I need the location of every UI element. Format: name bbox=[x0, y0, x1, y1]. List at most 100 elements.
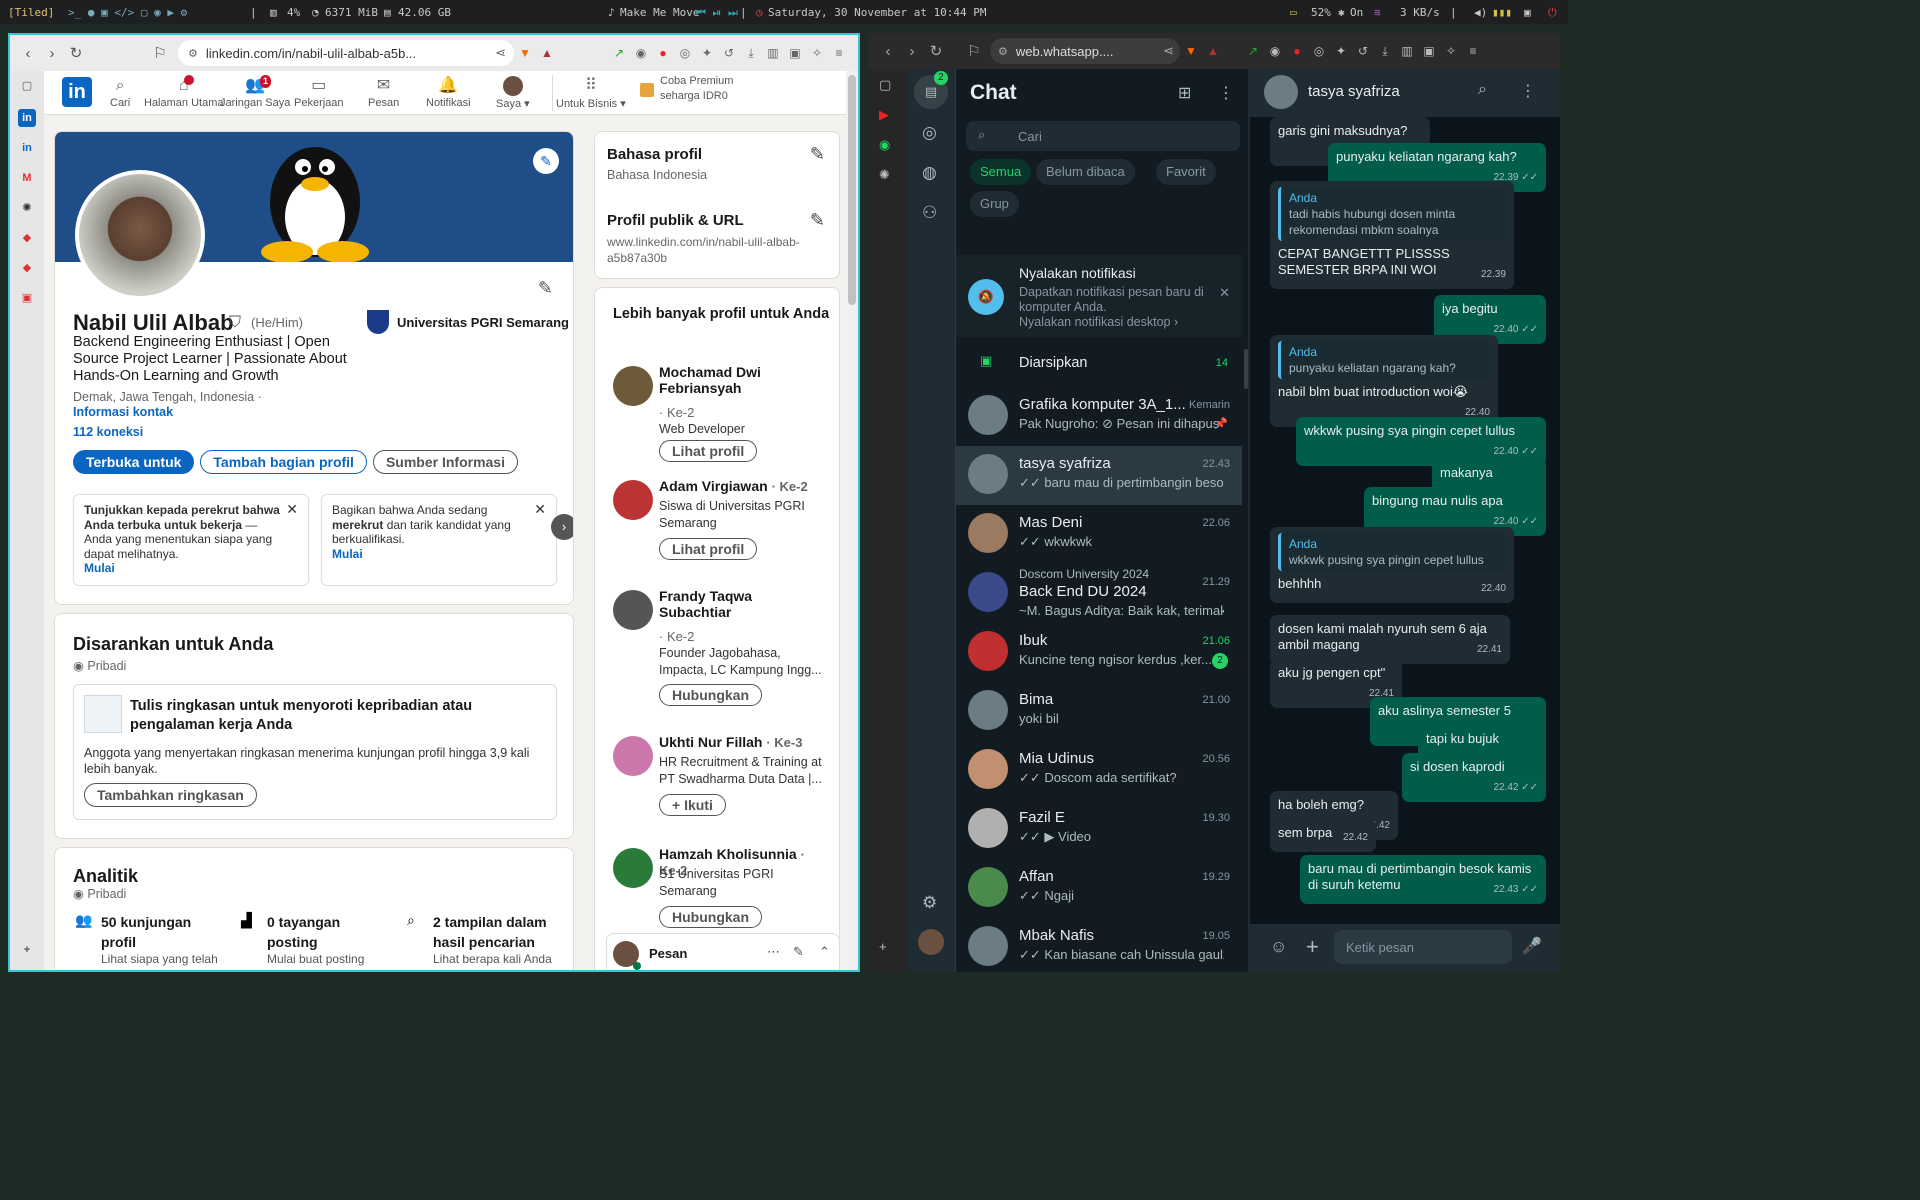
chatgpt-icon[interactable]: ✺ bbox=[879, 167, 890, 183]
close-icon[interactable]: ✕ bbox=[286, 502, 298, 517]
contact-name[interactable]: tasya syafriza bbox=[1308, 83, 1400, 100]
app-tray-icons[interactable]: >_ ● ▣ </> ▢ ◉ ▶ ⚙ bbox=[68, 6, 187, 19]
messaging-bar[interactable]: Pesan ⋯ ✎ ⌃ bbox=[606, 933, 840, 970]
chat-list-item[interactable]: Affan ✓✓ Ngaji 19.29 bbox=[956, 859, 1242, 918]
wallet-icon[interactable]: ▣ bbox=[784, 46, 806, 60]
address-bar[interactable]: ⚙ web.whatsapp.... ⋖ bbox=[990, 38, 1180, 64]
whatsapp-icon[interactable]: ◉ bbox=[879, 137, 890, 153]
archived-row[interactable]: ▣ Diarsipkan 14 bbox=[956, 345, 1242, 383]
reload-icon[interactable]: ↻ bbox=[924, 42, 948, 60]
extension-record-icon[interactable]: ● bbox=[652, 46, 674, 60]
site-info-icon[interactable]: ⚙ bbox=[188, 47, 198, 60]
chevron-up-icon[interactable]: ⌃ bbox=[819, 944, 830, 960]
avatar[interactable] bbox=[613, 848, 653, 888]
incoming-message[interactable]: Anda tadi habis hubungi dosen minta rekom… bbox=[1270, 181, 1514, 289]
edit-url-pencil-icon[interactable]: ✎ bbox=[810, 210, 825, 231]
chat-list-item[interactable]: Bima yoki bil 21.00 bbox=[956, 682, 1242, 741]
bookmark-icon[interactable]: ⚐ bbox=[962, 42, 986, 60]
brightness-icon[interactable]: ▮▮▮ bbox=[1492, 6, 1512, 19]
extension-chart-icon[interactable]: ↗ bbox=[1242, 44, 1264, 58]
conversation-header[interactable]: tasya syafriza ⌕ ⋮ bbox=[1250, 69, 1560, 117]
now-playing[interactable]: Make Me Move bbox=[620, 6, 699, 19]
share-icon[interactable]: ⋖ bbox=[495, 45, 506, 61]
channels-icon[interactable]: ◍ bbox=[922, 163, 937, 183]
nav-business[interactable]: ⠿ Untuk Bisnis ▾ bbox=[556, 75, 626, 110]
suggestion-action-button[interactable]: Hubungkan bbox=[659, 906, 762, 928]
suggestion-name[interactable]: Adam Virgiawan bbox=[659, 478, 768, 494]
avatar[interactable] bbox=[613, 590, 653, 630]
extension-record-icon[interactable]: ● bbox=[1286, 44, 1308, 58]
contact-avatar[interactable] bbox=[1264, 75, 1298, 109]
linkedin-icon[interactable]: in bbox=[18, 109, 36, 127]
suggestion-action-button[interactable]: + Ikuti bbox=[659, 794, 726, 816]
chat-list-item[interactable]: Fazil E ✓✓ ▶ Video 19.30 bbox=[956, 800, 1242, 859]
verified-icon[interactable]: ⛉ bbox=[229, 314, 241, 332]
bluetooth-status[interactable]: On bbox=[1350, 6, 1363, 19]
nav-me[interactable]: Saya ▾ bbox=[496, 75, 530, 110]
puzzle-icon[interactable]: ✦ bbox=[1330, 44, 1352, 58]
workspace-mode[interactable]: [Tiled] bbox=[8, 6, 54, 19]
reload-icon[interactable]: ↻ bbox=[64, 44, 88, 62]
profile-photo[interactable] bbox=[75, 170, 205, 300]
chat-list-item[interactable]: Doscom University 2024 Back End DU 2024 ~M… bbox=[956, 564, 1242, 623]
add-panel-icon[interactable]: + bbox=[879, 939, 887, 954]
chip-all[interactable]: Semua bbox=[970, 159, 1032, 185]
suggestion-action-button[interactable]: Lihat profil bbox=[659, 440, 758, 462]
emoji-icon[interactable]: ☺ bbox=[1270, 937, 1287, 957]
brave-shield-icon[interactable]: ▼ bbox=[514, 46, 536, 60]
message-input[interactable]: Ketik pesan bbox=[1334, 930, 1512, 964]
analytics-post-impressions[interactable]: ▟ 0 tayangan posting Mulai buat posting bbox=[241, 912, 391, 966]
chat-list-item[interactable]: Mas Deni ✓✓ wkwkwk 22.06 bbox=[956, 505, 1242, 564]
settings-gear-icon[interactable]: ⚙ bbox=[922, 893, 937, 913]
communities-icon[interactable]: ⚇ bbox=[922, 203, 937, 223]
add-panel-icon[interactable]: + bbox=[18, 941, 36, 959]
university-name[interactable]: Universitas PGRI Semarang bbox=[397, 315, 569, 330]
quoted-message[interactable]: Anda punyaku keliatan ngarang kah? bbox=[1278, 341, 1490, 379]
scrollbar-thumb[interactable] bbox=[848, 75, 856, 305]
back-icon[interactable]: ‹ bbox=[876, 43, 900, 60]
enable-notifications-link[interactable]: Nyalakan notifikasi desktop › bbox=[1019, 315, 1204, 330]
chatgpt-icon[interactable]: ✺ bbox=[18, 199, 36, 217]
close-icon[interactable]: ✕ bbox=[534, 502, 546, 517]
app-icon[interactable]: ◆ bbox=[18, 259, 36, 277]
contact-info-link[interactable]: Informasi kontak bbox=[73, 405, 173, 419]
promo-cta[interactable]: Mulai bbox=[332, 547, 546, 562]
bookmark-icon[interactable]: ⚐ bbox=[148, 44, 172, 62]
incoming-message[interactable]: Anda punyaku keliatan ngarang kah? nabil b… bbox=[1270, 335, 1498, 427]
gmail-icon[interactable]: M bbox=[18, 169, 36, 187]
sidebar-toggle-icon[interactable]: ▥ bbox=[762, 46, 784, 60]
nav-jobs[interactable]: ▭ Pekerjaan bbox=[294, 75, 344, 109]
compose-icon[interactable]: ✎ bbox=[793, 944, 804, 960]
rewards-icon[interactable]: ▲ bbox=[1202, 44, 1224, 58]
quoted-message[interactable]: Anda tadi habis hubungi dosen minta rekom… bbox=[1278, 187, 1506, 241]
search-input[interactable]: ⌕ Cari bbox=[966, 121, 1240, 151]
brave-shield-icon[interactable]: ▼ bbox=[1180, 44, 1202, 58]
youtube-icon[interactable]: ▶ bbox=[879, 107, 889, 123]
download-icon[interactable]: ⤓ bbox=[1374, 44, 1396, 59]
download-icon[interactable]: ⤓ bbox=[740, 46, 762, 61]
sidebar-panel-icon[interactable]: ▢ bbox=[18, 77, 36, 95]
suggestion-name[interactable]: Frandy Taqwa bbox=[659, 588, 752, 604]
extension-icon[interactable]: ◉ bbox=[630, 46, 652, 60]
edit-banner-pencil-icon[interactable]: ✎ bbox=[533, 148, 559, 174]
outgoing-message[interactable]: baru mau di pertimbangin besok kamis di … bbox=[1300, 855, 1546, 904]
nav-messages[interactable]: ✉ Pesan bbox=[368, 75, 399, 109]
power-icon[interactable]: ⏻ bbox=[1548, 6, 1557, 20]
connections-link[interactable]: 112 koneksi bbox=[73, 425, 143, 439]
rewards-icon[interactable]: ▲ bbox=[536, 46, 558, 60]
attach-plus-icon[interactable]: + bbox=[1306, 934, 1319, 960]
leo-icon[interactable]: ✧ bbox=[1440, 44, 1462, 58]
microphone-icon[interactable]: 🎤 bbox=[1522, 936, 1542, 956]
carousel-next-icon[interactable]: › bbox=[551, 514, 573, 540]
extension-icon[interactable]: ◎ bbox=[1308, 44, 1330, 58]
chip-favorites[interactable]: Favorit bbox=[1156, 159, 1216, 185]
nav-search[interactable]: ⌕ Cari bbox=[110, 75, 130, 109]
chip-groups[interactable]: Grup bbox=[970, 191, 1019, 217]
chip-unread[interactable]: Belum dibaca bbox=[1036, 159, 1135, 185]
site-info-icon[interactable]: ⚙ bbox=[998, 45, 1008, 58]
extension-icon[interactable]: ◎ bbox=[674, 46, 696, 60]
edit-intro-pencil-icon[interactable]: ✎ bbox=[538, 278, 553, 299]
suggestion-action-button[interactable]: Lihat profil bbox=[659, 538, 758, 560]
chat-list-item[interactable]: Mbak Nafis ✓✓ Kan biasane cah Unissula ga… bbox=[956, 918, 1242, 972]
outgoing-message[interactable]: si dosen kaprodi 22.42 ✓✓ bbox=[1402, 753, 1546, 802]
